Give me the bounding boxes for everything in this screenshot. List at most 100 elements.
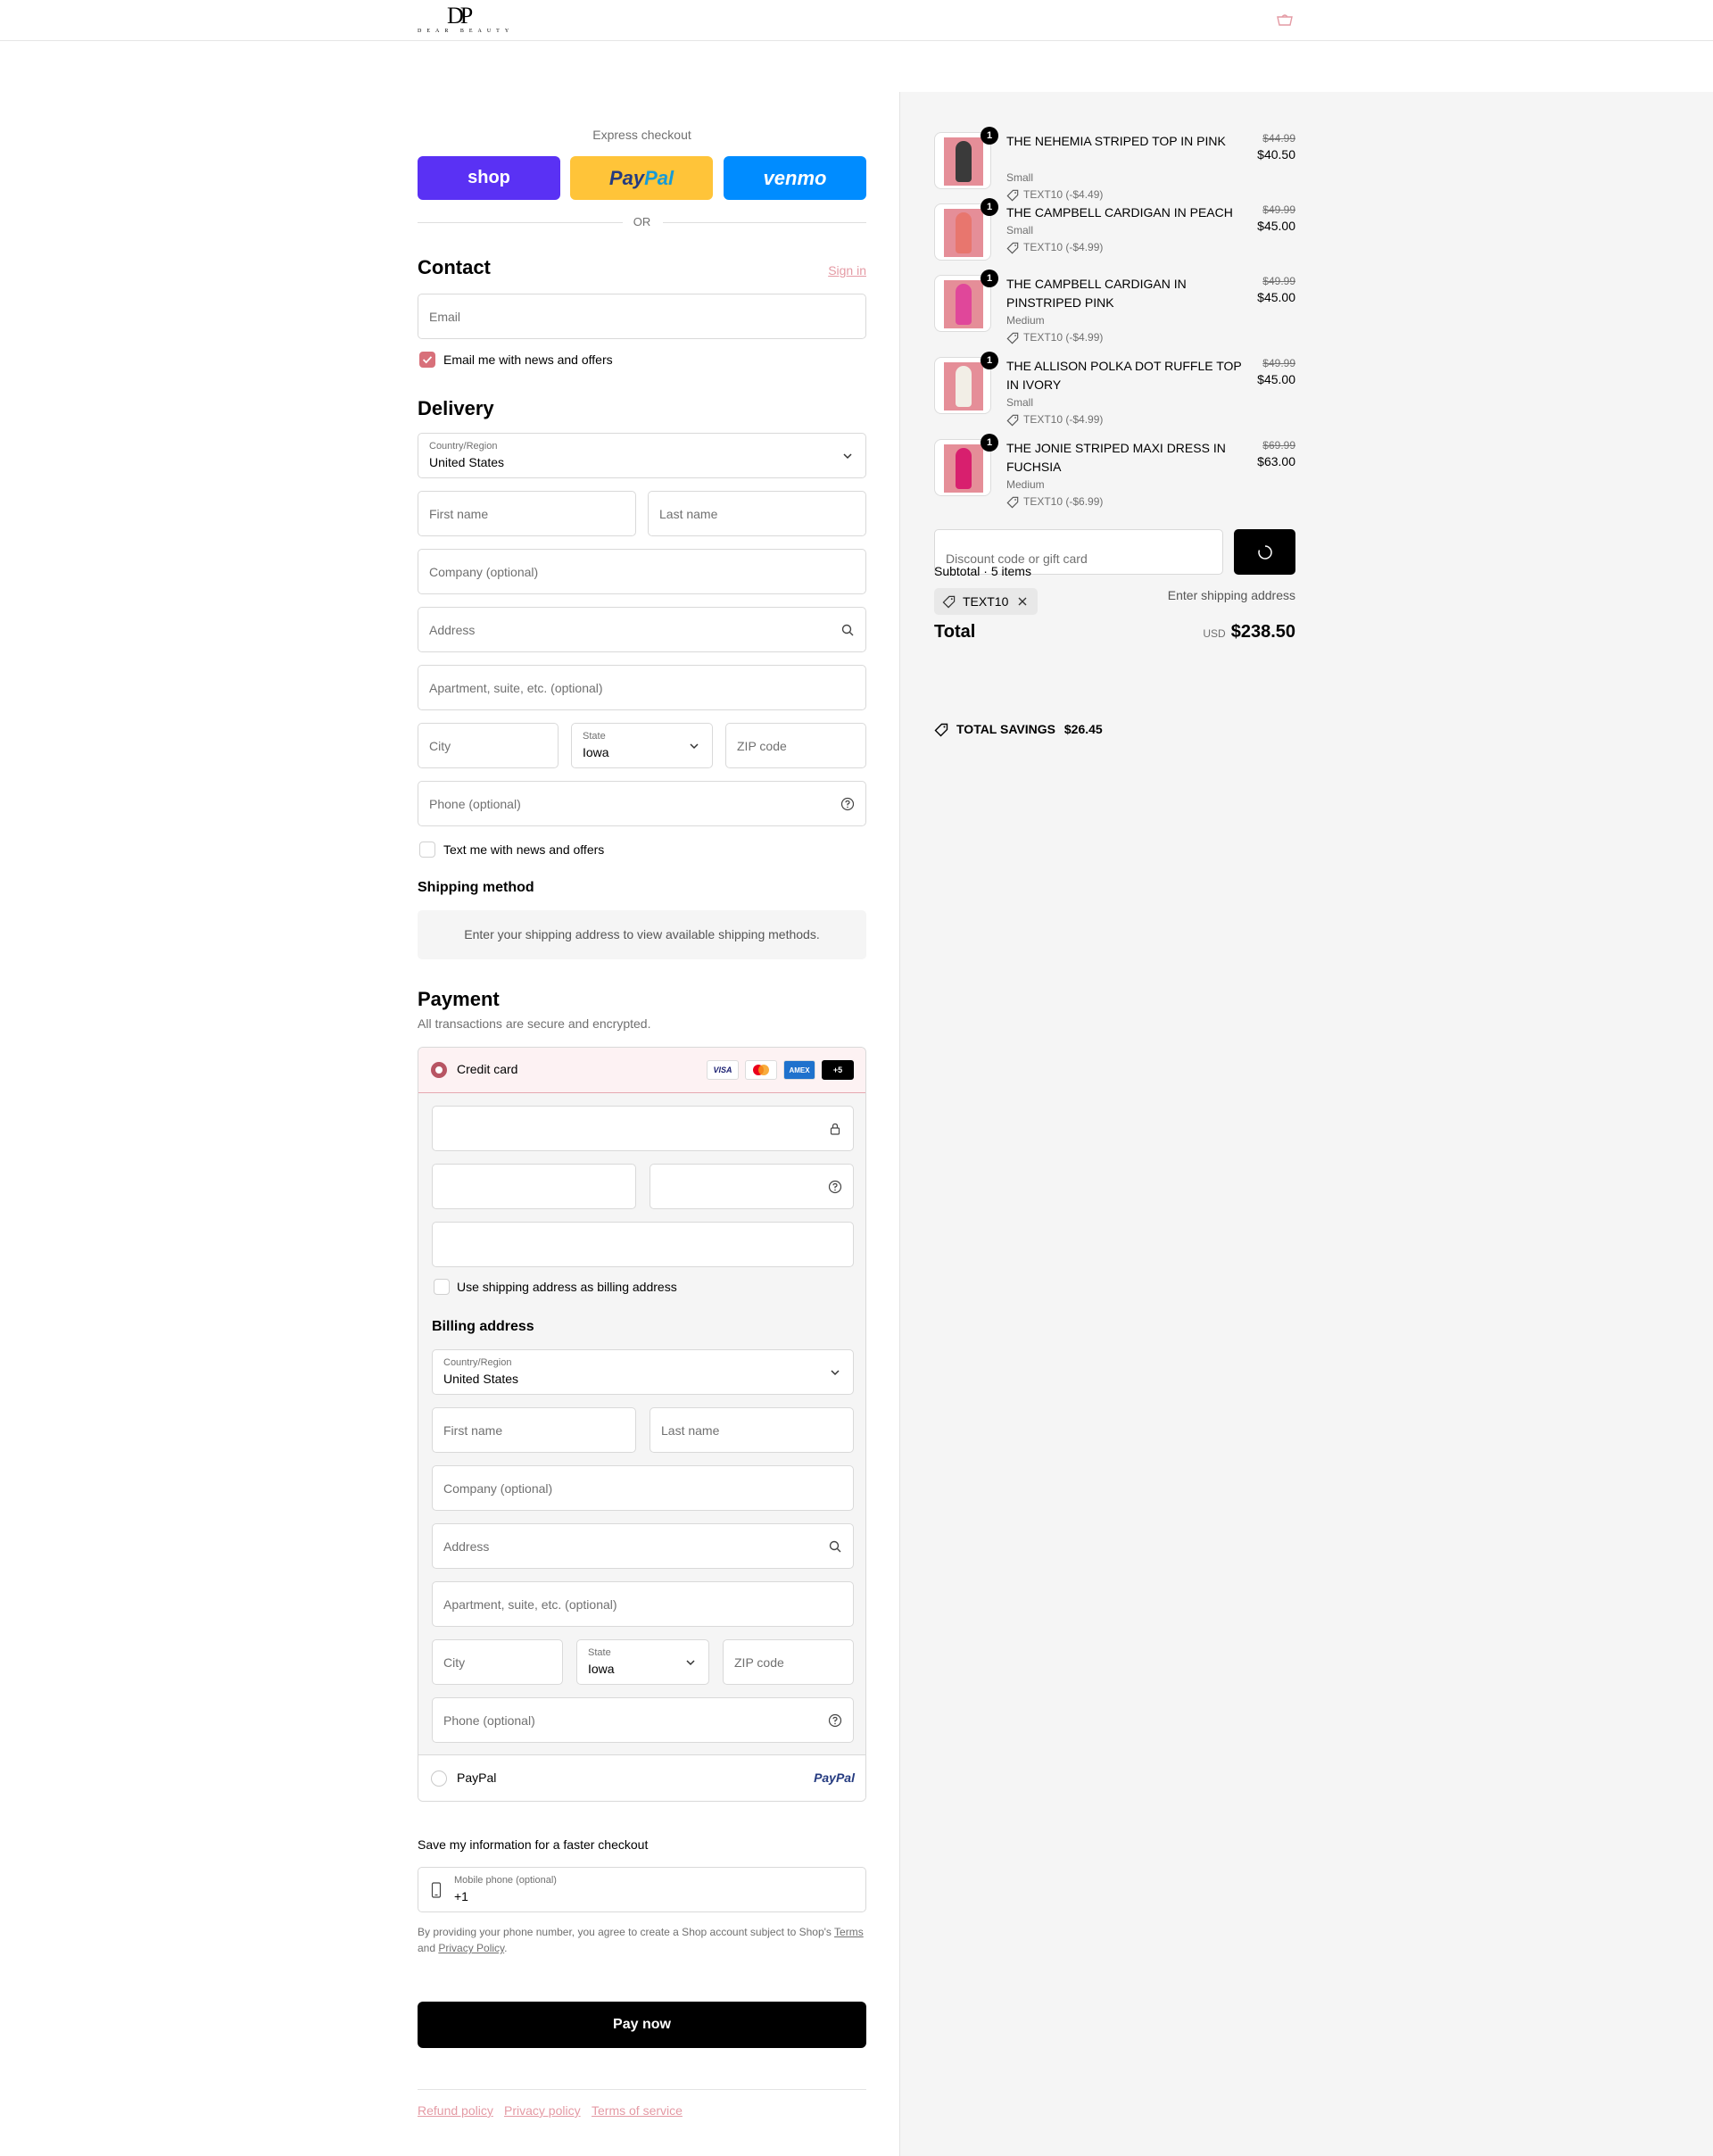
credit-card-option[interactable]: Credit card VISA AMEX +5 bbox=[418, 1048, 865, 1093]
chevron-down-icon bbox=[831, 1370, 840, 1376]
original-price: $49.99 bbox=[1262, 203, 1295, 216]
paypal-option[interactable]: PayPal PayPal bbox=[418, 1754, 865, 1801]
address-field[interactable]: Address bbox=[418, 607, 866, 652]
sign-in-link[interactable]: Sign in bbox=[828, 263, 866, 278]
company-field[interactable]: Company (optional) bbox=[418, 549, 866, 594]
billing-phone-field[interactable]: Phone (optional) bbox=[432, 1697, 854, 1743]
help-circle-icon[interactable] bbox=[828, 1180, 842, 1194]
billing-company-placeholder: Company (optional) bbox=[443, 1481, 553, 1496]
search-icon bbox=[841, 624, 854, 636]
paypal-express-button[interactable]: Pay Pal bbox=[570, 156, 713, 200]
sale-price: $63.00 bbox=[1257, 454, 1295, 469]
product-figure bbox=[956, 366, 972, 407]
billing-phone-placeholder: Phone (optional) bbox=[443, 1713, 535, 1728]
product-figure bbox=[956, 448, 972, 489]
original-price: $69.99 bbox=[1262, 439, 1295, 452]
venmo-button[interactable]: venmo bbox=[724, 156, 866, 200]
email-field[interactable]: Email bbox=[418, 294, 866, 339]
company-placeholder: Company (optional) bbox=[429, 565, 539, 579]
billing-first-name-field[interactable]: First name bbox=[432, 1407, 636, 1453]
product-figure bbox=[956, 141, 972, 182]
billing-city-field[interactable]: City bbox=[432, 1639, 563, 1685]
tag-icon bbox=[1006, 189, 1019, 202]
discount-text: TEXT10 (-$4.99) bbox=[1023, 241, 1104, 253]
tag-icon bbox=[1006, 332, 1019, 344]
card-number-field[interactable] bbox=[432, 1106, 854, 1151]
product-discount: TEXT10 (-$4.99) bbox=[1006, 331, 1103, 344]
paypal-logo: PayPal bbox=[814, 1770, 855, 1785]
paypal-radio[interactable] bbox=[431, 1770, 447, 1787]
sale-price: $40.50 bbox=[1257, 147, 1295, 162]
email-news-checkbox[interactable] bbox=[419, 352, 435, 368]
help-circle-icon[interactable] bbox=[840, 797, 855, 811]
expiration-date-field[interactable] bbox=[432, 1164, 636, 1209]
product-discount: TEXT10 (-$4.99) bbox=[1006, 413, 1103, 427]
billing-address-field[interactable]: Address bbox=[432, 1523, 854, 1569]
billing-last-name-field[interactable]: Last name bbox=[650, 1407, 854, 1453]
help-circle-icon[interactable] bbox=[828, 1713, 842, 1728]
payment-method-box: Credit card VISA AMEX +5 Use shipping ad… bbox=[418, 1047, 866, 1802]
bag-icon[interactable] bbox=[1276, 13, 1294, 26]
header: DP DEAR BEAUTY bbox=[0, 0, 1713, 41]
text-news-checkbox[interactable] bbox=[419, 842, 435, 858]
billing-same-checkbox[interactable] bbox=[434, 1279, 450, 1295]
logo-wordmark: DEAR BEAUTY bbox=[418, 29, 515, 34]
billing-country-select[interactable]: Country/Region United States bbox=[432, 1349, 854, 1395]
name-on-card-field[interactable] bbox=[432, 1222, 854, 1267]
shop-pay-button[interactable]: shop bbox=[418, 156, 560, 200]
product-discount: TEXT10 (-$6.99) bbox=[1006, 495, 1103, 509]
last-name-field[interactable]: Last name bbox=[648, 491, 866, 536]
total-label: Total bbox=[934, 622, 976, 642]
country-select[interactable]: Country/Region United States bbox=[418, 433, 866, 478]
city-field[interactable]: City bbox=[418, 723, 559, 768]
privacy-policy-link[interactable]: Privacy policy bbox=[504, 2103, 581, 2118]
billing-company-field[interactable]: Company (optional) bbox=[432, 1465, 854, 1511]
product-discount: TEXT10 (-$4.99) bbox=[1006, 241, 1104, 254]
pay-now-button[interactable]: Pay now bbox=[418, 2002, 866, 2048]
zip-placeholder: ZIP code bbox=[737, 739, 787, 753]
check-icon bbox=[422, 356, 433, 364]
billing-city-placeholder: City bbox=[443, 1655, 466, 1670]
mastercard-circles bbox=[753, 1065, 769, 1075]
privacy-link[interactable]: Privacy Policy bbox=[438, 1942, 504, 1954]
security-code-field[interactable] bbox=[650, 1164, 854, 1209]
payment-subtitle: All transactions are secure and encrypte… bbox=[418, 1016, 651, 1031]
state-select[interactable]: State Iowa bbox=[571, 723, 713, 768]
mobile-phone-field[interactable]: Mobile phone (optional) +1 bbox=[418, 1867, 866, 1912]
apply-discount-button[interactable] bbox=[1234, 529, 1295, 575]
product-variant: Medium bbox=[1006, 478, 1045, 491]
original-price: $49.99 bbox=[1262, 275, 1295, 287]
phone-field[interactable]: Phone (optional) bbox=[418, 781, 866, 826]
terms-link[interactable]: Terms bbox=[834, 1926, 864, 1938]
tag-icon bbox=[1006, 242, 1019, 254]
billing-apartment-field[interactable]: Apartment, suite, etc. (optional) bbox=[432, 1581, 854, 1627]
terms-of-service-link[interactable]: Terms of service bbox=[592, 2103, 683, 2118]
total-value: $238.50 bbox=[1230, 622, 1295, 642]
savings-label: TOTAL SAVINGS bbox=[956, 722, 1055, 736]
product-figure bbox=[956, 284, 972, 325]
footer-divider bbox=[418, 2089, 866, 2090]
credit-card-radio[interactable] bbox=[431, 1062, 447, 1078]
shop-legal-text: By providing your phone number, you agre… bbox=[418, 1924, 866, 1956]
venmo-logo: venmo bbox=[763, 166, 827, 189]
mobile-phone-label: Mobile phone (optional) bbox=[454, 1875, 557, 1886]
store-logo[interactable]: DP DEAR BEAUTY bbox=[418, 4, 516, 36]
credit-card-form: Use shipping address as billing address … bbox=[418, 1093, 865, 1754]
billing-state-select[interactable]: State Iowa bbox=[576, 1639, 709, 1685]
refund-policy-link[interactable]: Refund policy bbox=[418, 2103, 493, 2118]
first-name-field[interactable]: First name bbox=[418, 491, 636, 536]
apartment-field[interactable]: Apartment, suite, etc. (optional) bbox=[418, 665, 866, 710]
original-price: $44.99 bbox=[1262, 132, 1295, 145]
email-placeholder: Email bbox=[429, 310, 461, 324]
chevron-down-icon bbox=[843, 453, 852, 460]
lock-icon bbox=[830, 1123, 840, 1135]
tag-icon bbox=[1006, 496, 1019, 509]
close-icon[interactable] bbox=[1017, 596, 1028, 607]
zip-field[interactable]: ZIP code bbox=[725, 723, 866, 768]
apartment-placeholder: Apartment, suite, etc. (optional) bbox=[429, 681, 603, 695]
sale-price: $45.00 bbox=[1257, 372, 1295, 386]
billing-apartment-placeholder: Apartment, suite, etc. (optional) bbox=[443, 1597, 617, 1612]
legal-text-a: By providing your phone number, you agre… bbox=[418, 1926, 835, 1938]
billing-state-label: State bbox=[588, 1647, 611, 1658]
billing-zip-field[interactable]: ZIP code bbox=[723, 1639, 854, 1685]
